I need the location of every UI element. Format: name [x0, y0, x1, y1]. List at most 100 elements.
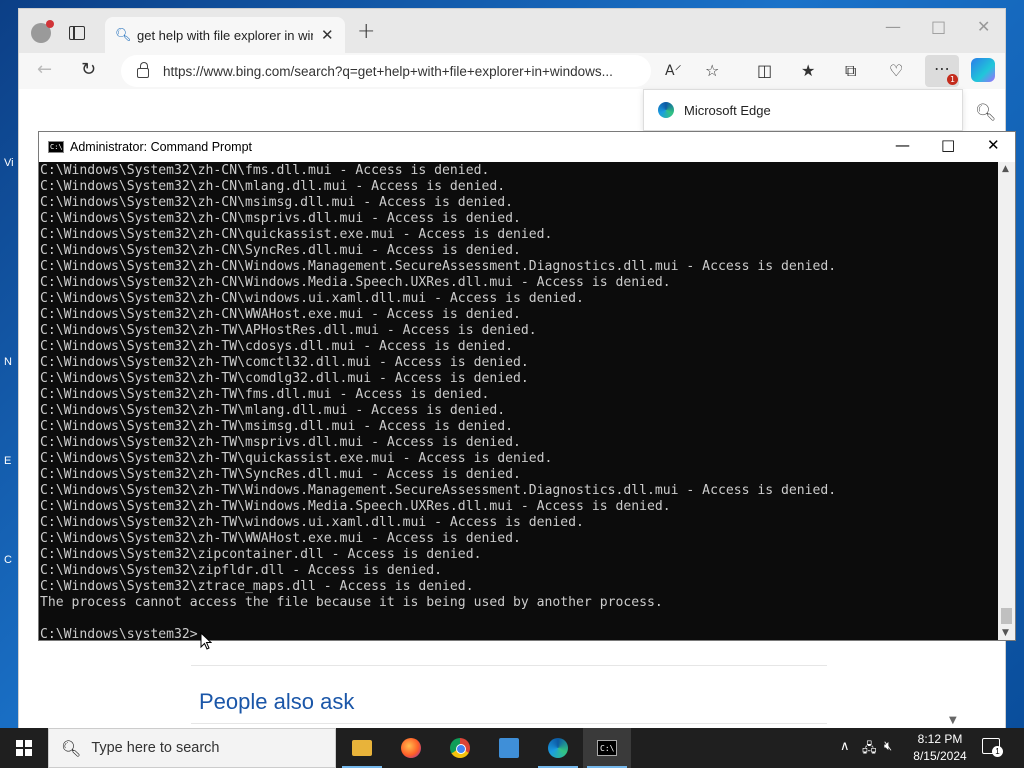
- volume-muted-icon[interactable]: 🔇︎: [884, 739, 892, 754]
- minimize-button[interactable]: —: [885, 17, 901, 36]
- tab-actions-icon[interactable]: [69, 26, 85, 40]
- cmd-title-bar[interactable]: C:\ Administrator: Command Prompt — □ ✕: [39, 132, 1015, 162]
- chrome-taskbar-button[interactable]: [436, 728, 484, 768]
- search-icon: 🔍︎: [115, 27, 132, 43]
- edge-logo-icon: [658, 102, 674, 118]
- show-hidden-icons-chevron-icon[interactable]: ∧: [840, 739, 850, 754]
- network-icon[interactable]: 🖧︎: [862, 739, 877, 761]
- taskbar-search-box[interactable]: 🔍︎ Type here to search: [48, 728, 336, 768]
- tab-title: get help with file explorer in windows: [137, 27, 313, 43]
- console-line: C:\Windows\System32\zipfldr.dll - Access…: [40, 563, 443, 578]
- search-placeholder: Type here to search: [91, 740, 220, 756]
- scroll-up-arrow[interactable]: ▲: [1002, 164, 1009, 174]
- close-button[interactable]: ✕: [977, 17, 990, 36]
- cmd-app-icon: C:\: [48, 141, 64, 153]
- cmd-scrollbar[interactable]: ▲ ▼: [998, 162, 1015, 640]
- console-line: C:\Windows\System32\zh-TW\msprivs.dll.mu…: [40, 435, 521, 450]
- people-also-ask-heading: People also ask: [199, 689, 355, 714]
- console-line: C:\Windows\System32\zh-TW\fms.dll.mui - …: [40, 387, 490, 402]
- scroll-down-arrow[interactable]: ▼: [949, 715, 957, 726]
- cmd-maximize-button[interactable]: □: [941, 136, 955, 154]
- console-line: C:\Windows\System32\zh-TW\Windows.Media.…: [40, 499, 671, 514]
- cmd-window-title: Administrator: Command Prompt: [70, 140, 253, 154]
- favorites-icon[interactable]: ★: [801, 61, 815, 80]
- back-button[interactable]: ←: [37, 59, 52, 80]
- read-aloud-icon[interactable]: A⸍: [665, 61, 682, 80]
- console-line: C:\Windows\System32\zh-TW\Windows.Manage…: [40, 483, 837, 498]
- split-screen-icon[interactable]: ◫: [757, 61, 772, 80]
- copilot-icon[interactable]: [971, 58, 995, 82]
- divider: [191, 665, 827, 666]
- windows-logo-icon: [16, 740, 32, 756]
- desktop-icon-label[interactable]: Vi: [4, 157, 14, 169]
- console-line: C:\Windows\System32\zh-CN\Windows.Media.…: [40, 275, 671, 290]
- cmd-console-output[interactable]: C:\Windows\System32\zh-CN\fms.dll.mui - …: [39, 162, 999, 640]
- profile-icon[interactable]: [31, 20, 54, 43]
- address-bar[interactable]: https://www.bing.com/search?q=get+help+w…: [121, 55, 651, 87]
- firefox-icon: [401, 738, 421, 758]
- popup-label: Microsoft Edge: [684, 102, 771, 118]
- console-line: C:\Windows\System32\zh-TW\SyncRes.dll.mu…: [40, 467, 521, 482]
- cmd-close-button[interactable]: ✕: [987, 136, 1000, 154]
- firefox-taskbar-button[interactable]: [387, 728, 435, 768]
- file-explorer-taskbar-button[interactable]: [338, 728, 386, 768]
- control-panel-taskbar-button[interactable]: [485, 728, 533, 768]
- clock-time: 8:12 PM: [917, 732, 963, 746]
- tab-bar: 🔍︎ get help with file explorer in window…: [19, 9, 1005, 53]
- new-tab-button[interactable]: +: [357, 19, 375, 44]
- system-clock[interactable]: 8:12 PM 8/15/2024: [904, 731, 976, 765]
- desktop-icon-label[interactable]: E: [4, 455, 11, 467]
- console-line: C:\Windows\System32\zh-CN\WWAHost.exe.mu…: [40, 307, 521, 322]
- settings-more-button[interactable]: ⋯ 1: [925, 55, 959, 87]
- console-line: C:\Windows\System32\zh-CN\SyncRes.dll.mu…: [40, 243, 521, 258]
- folder-icon: [352, 740, 372, 756]
- console-line: C:\Windows\System32\zh-TW\msimsg.dll.mui…: [40, 419, 513, 434]
- cmd-minimize-button[interactable]: —: [895, 136, 910, 154]
- browser-essentials-icon[interactable]: ♡: [889, 61, 903, 80]
- maximize-button[interactable]: □: [931, 17, 946, 36]
- refresh-button[interactable]: ↻: [81, 59, 96, 80]
- scrollbar-thumb[interactable]: [1001, 608, 1012, 624]
- console-line: C:\Windows\System32\zh-CN\Windows.Manage…: [40, 259, 837, 274]
- console-line: C:\Windows\System32\zh-CN\msprivs.dll.mu…: [40, 211, 521, 226]
- collections-icon[interactable]: ⧉: [845, 61, 856, 81]
- browser-tab[interactable]: 🔍︎ get help with file explorer in window…: [105, 17, 345, 53]
- chrome-icon: [450, 738, 470, 758]
- desktop-icon-label[interactable]: C: [4, 554, 12, 566]
- lock-icon[interactable]: [137, 62, 149, 78]
- console-line: C:\Windows\System32\zh-TW\quickassist.ex…: [40, 451, 553, 466]
- clock-date: 8/15/2024: [913, 749, 967, 763]
- close-tab-icon[interactable]: ✕: [321, 26, 334, 44]
- console-line: C:\Windows\System32\ztrace_maps.dll - Ac…: [40, 579, 474, 594]
- control-panel-icon: [499, 738, 519, 758]
- notification-center-icon[interactable]: 1: [982, 738, 1003, 757]
- taskbar: 🔍︎ Type here to search C:\ ∧ 🖧︎ 🔇︎ 8:12 …: [0, 728, 1024, 768]
- scroll-down-arrow[interactable]: ▼: [1002, 628, 1009, 638]
- console-line: C:\Windows\System32\zh-CN\windows.ui.xam…: [40, 291, 584, 306]
- cmd-icon: C:\: [597, 740, 617, 756]
- console-line: C:\Windows\System32\zh-TW\mlang.dll.mui …: [40, 403, 506, 418]
- console-line: C:\Windows\System32\zh-TW\windows.ui.xam…: [40, 515, 584, 530]
- console-line: C:\Windows\system32>: [40, 627, 198, 640]
- start-button[interactable]: [0, 728, 48, 768]
- browser-toolbar: ← ↻ https://www.bing.com/search?q=get+he…: [19, 53, 1005, 89]
- edge-popup[interactable]: Microsoft Edge: [643, 89, 963, 131]
- console-line: C:\Windows\System32\zh-TW\comctl32.dll.m…: [40, 355, 529, 370]
- cmd-taskbar-button[interactable]: C:\: [583, 728, 631, 768]
- console-line: C:\Windows\System32\zh-TW\WWAHost.exe.mu…: [40, 531, 521, 546]
- console-line: C:\Windows\System32\zh-CN\fms.dll.mui - …: [40, 163, 490, 178]
- console-line: C:\Windows\System32\zh-TW\comdlg32.dll.m…: [40, 371, 529, 386]
- edge-taskbar-button[interactable]: [534, 728, 582, 768]
- notification-badge: 1: [947, 74, 958, 85]
- console-line: C:\Windows\System32\zh-TW\APHostRes.dll.…: [40, 323, 537, 338]
- console-line: C:\Windows\System32\zh-CN\msimsg.dll.mui…: [40, 195, 513, 210]
- search-icon[interactable]: 🔍︎: [975, 103, 997, 123]
- desktop-icon-label[interactable]: N: [4, 356, 12, 368]
- favorite-star-icon[interactable]: ☆: [705, 61, 719, 80]
- console-line: C:\Windows\System32\zh-CN\mlang.dll.mui …: [40, 179, 506, 194]
- console-line: The process cannot access the file becau…: [40, 595, 663, 610]
- console-line: C:\Windows\System32\zh-TW\cdosys.dll.mui…: [40, 339, 513, 354]
- address-text[interactable]: https://www.bing.com/search?q=get+help+w…: [163, 64, 647, 79]
- edge-icon: [548, 738, 568, 758]
